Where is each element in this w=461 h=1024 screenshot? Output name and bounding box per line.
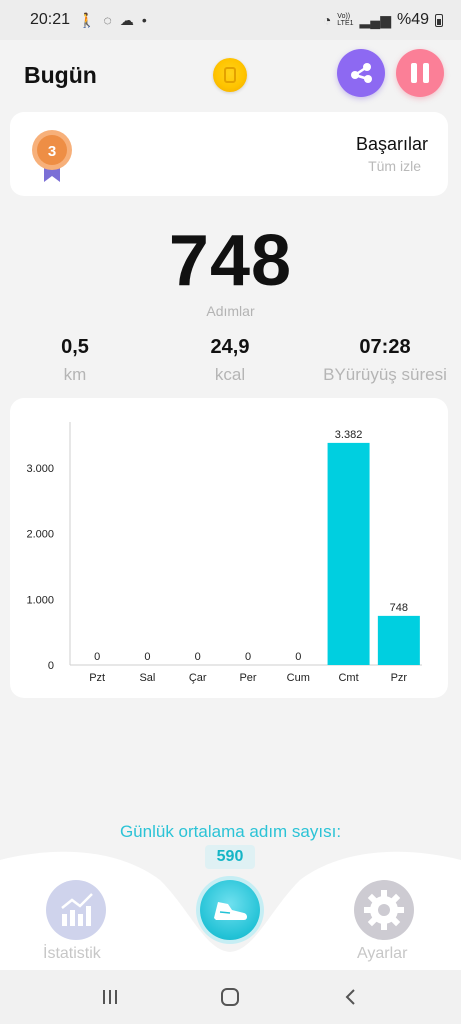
walking-icon: 🚶: [78, 11, 96, 28]
shoe-icon: [214, 902, 247, 920]
weekly-chart-card: 0 1.000 2.000 3.000 0 Pzt 0 Sal 0 Çar 0 Per 0 Cum 3.38…: [10, 398, 448, 698]
statistics-button[interactable]: [46, 880, 106, 940]
chart-bar: [377, 615, 420, 665]
settings-label[interactable]: Ayarlar: [357, 945, 407, 963]
battery-text: %49: [396, 11, 429, 28]
recent-apps-icon[interactable]: [100, 987, 120, 1007]
coin-icon[interactable]: [213, 58, 247, 92]
walk-button[interactable]: [200, 880, 260, 940]
bar-value-label: 0: [94, 651, 100, 663]
distance-value: 0,5: [61, 336, 89, 358]
bar-value-label: 0: [195, 651, 201, 663]
distance-stat: 0,5 km: [40, 336, 110, 385]
x-tick-label: Sal: [139, 672, 155, 684]
header: Bugün: [0, 40, 461, 110]
gear-icon: [364, 890, 404, 930]
battery-icon: [435, 13, 443, 27]
duration-label: BYürüyüş süresi: [323, 365, 447, 384]
whatsapp-icon: ◌: [103, 12, 112, 28]
steps-count: 748: [168, 221, 293, 301]
status-time: 20:21: [30, 11, 71, 28]
y-tick-label: 0: [48, 660, 54, 672]
status-bar: 20:21 🚶 ◌ ☁ • ◔ Vo)) LTE1 ▂▄▆ %49: [0, 0, 461, 40]
calories-unit: kcal: [214, 365, 246, 384]
network-label: Vo)) LTE1: [337, 13, 354, 27]
y-tick-label: 1.000: [26, 594, 54, 606]
distance-unit: km: [63, 365, 87, 384]
back-icon[interactable]: [341, 987, 361, 1007]
pause-icon: [411, 63, 429, 83]
view-all-link[interactable]: Tüm izle: [368, 158, 421, 174]
chart-bar: [327, 442, 370, 665]
duration-value: 07:28: [359, 336, 411, 358]
steps-label: Adımlar: [206, 303, 255, 319]
signal-icon: ▂▄▆: [359, 11, 391, 28]
medal-number: 3: [48, 143, 56, 160]
pause-button[interactable]: [396, 49, 444, 97]
bar-value-label: 3.382: [335, 429, 363, 441]
bar-value-label: 748: [390, 602, 408, 614]
daily-average-value: 590: [205, 845, 255, 869]
bar-value-label: 0: [245, 651, 251, 663]
share-icon: [351, 63, 372, 83]
achievements-card[interactable]: 3 Başarılar Tüm izle: [10, 112, 448, 196]
x-tick-label: Çar: [189, 672, 207, 684]
chart-icon: [61, 893, 93, 926]
dot-icon: •: [141, 12, 147, 28]
system-nav-bar: [0, 970, 461, 1024]
calories-value: 24,9: [210, 336, 250, 358]
calories-stat: 24,9 kcal: [190, 336, 270, 385]
cloud-icon: ☁: [119, 11, 134, 28]
duration-stat: 07:28 BYürüyüş süresi: [318, 336, 452, 385]
wifi-icon: ◔: [322, 12, 332, 28]
x-tick-label: Pzr: [391, 672, 408, 684]
bar-value-label: 0: [295, 651, 301, 663]
share-button[interactable]: [337, 49, 385, 97]
bar-value-label: 0: [144, 651, 150, 663]
x-tick-label: Cmt: [338, 672, 358, 684]
x-tick-label: Per: [239, 672, 256, 684]
medal-icon: 3: [32, 130, 72, 182]
statistics-label[interactable]: İstatistik: [43, 945, 101, 963]
x-tick-label: Cum: [287, 672, 310, 684]
y-tick-label: 2.000: [26, 529, 54, 541]
y-tick-label: 3.000: [26, 463, 54, 475]
achievements-title: Başarılar: [355, 134, 428, 154]
home-icon[interactable]: [219, 986, 241, 1008]
settings-button[interactable]: [354, 880, 414, 940]
page-title: Bugün: [24, 62, 97, 88]
weekly-steps-chart: 0 1.000 2.000 3.000 0 Pzt 0 Sal 0 Çar 0 Per 0 Cum 3.38…: [26, 422, 422, 684]
daily-average-label: Günlük ortalama adım sayısı:: [119, 822, 342, 841]
x-tick-label: Pzt: [89, 672, 105, 684]
